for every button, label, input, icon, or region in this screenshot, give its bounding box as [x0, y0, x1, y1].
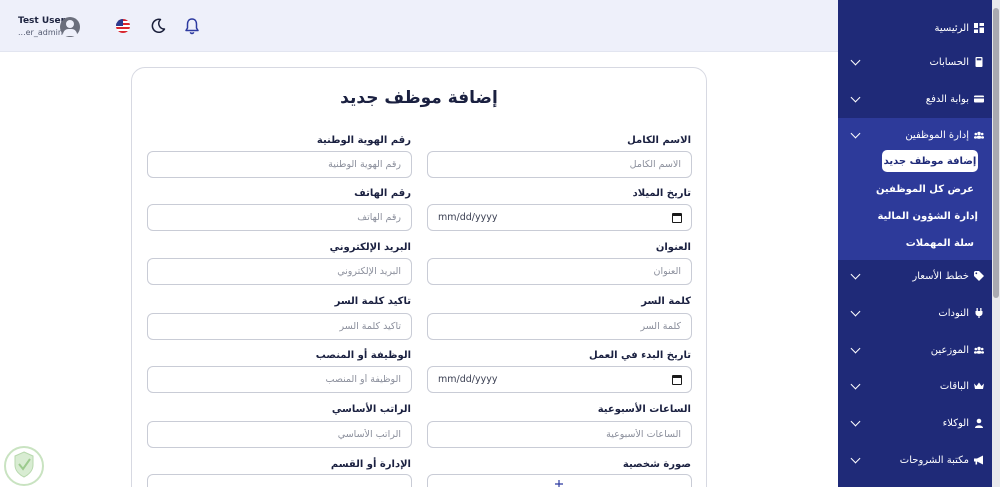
- full-name-input[interactable]: [427, 151, 692, 178]
- sidebar-item-home[interactable]: الرئيسية: [935, 18, 984, 38]
- sidebar: الرئيسية الحسابات بوابة الدفع إدارة المو…: [838, 0, 1000, 487]
- national-id-input[interactable]: [147, 151, 412, 178]
- chevron-down-icon[interactable]: [850, 92, 861, 103]
- birth-date-value: mm/dd/yyyy: [438, 212, 498, 223]
- calculator-icon: [975, 57, 983, 67]
- address-label: العنوان: [655, 242, 691, 253]
- base-salary-label: الراتب الأساسي: [331, 404, 411, 415]
- sidebar-item-label: خطط الأسعار: [912, 270, 969, 282]
- weekly-hours-input[interactable]: [427, 421, 692, 448]
- weekly-hours-label: الساعات الأسبوعية: [597, 404, 691, 415]
- sidebar-item-label: الموزعين: [930, 344, 969, 356]
- national-id-label: رقم الهوية الوطنية: [316, 135, 411, 146]
- sidebar-subitem-trash[interactable]: سلة المهملات: [906, 233, 974, 253]
- photo-upload[interactable]: [427, 474, 692, 487]
- chevron-down-icon[interactable]: [850, 343, 861, 354]
- sidebar-item-nodes[interactable]: النودات: [938, 303, 984, 323]
- start-date-value: mm/dd/yyyy: [438, 374, 498, 385]
- email-label: البريد الإلكتروني: [329, 242, 411, 253]
- confirm-password-label: تاكيد كلمة السر: [334, 296, 411, 307]
- moon-icon[interactable]: [150, 18, 166, 34]
- chevron-down-icon[interactable]: [850, 416, 861, 427]
- password-input[interactable]: [427, 313, 692, 340]
- sidebar-item-packages[interactable]: الباقات: [940, 376, 984, 396]
- users-icon: [974, 346, 984, 354]
- sidebar-scrollbar[interactable]: [992, 0, 1000, 487]
- chevron-down-icon[interactable]: [850, 379, 861, 390]
- avatar-icon[interactable]: [60, 17, 80, 37]
- sidebar-item-label: الوكلاء: [942, 417, 969, 429]
- sidebar-subitem-financial-affairs[interactable]: إدارة الشؤون المالية: [877, 206, 978, 226]
- start-date-label: تاريخ البدء في العمل: [589, 350, 691, 361]
- confirm-password-input[interactable]: [147, 313, 412, 340]
- sidebar-item-agents[interactable]: الوكلاء: [943, 413, 984, 433]
- sidebar-item-price-plans[interactable]: خطط الأسعار: [912, 266, 984, 286]
- form-title: إضافة موظف جديد: [340, 88, 498, 108]
- dashboard-icon: [974, 23, 984, 33]
- full-name-label: الاسم الكامل: [627, 135, 691, 146]
- base-salary-input[interactable]: [147, 421, 412, 448]
- sidebar-subitem-all-employees[interactable]: عرض كل الموظفين: [876, 179, 974, 199]
- job-title-label: الوظيفة أو المنصب: [315, 350, 411, 361]
- password-label: كلمة السر: [641, 296, 691, 307]
- birth-date-label: تاريخ الميلاد: [632, 188, 691, 199]
- user-name: Test User: [18, 16, 66, 26]
- plug-icon: [975, 308, 983, 318]
- watermark-logo-icon: [4, 446, 44, 486]
- sidebar-item-label: الباقات: [939, 380, 969, 392]
- sidebar-item-employees[interactable]: إدارة الموظفين: [905, 125, 984, 145]
- sidebar-item-label: النودات: [938, 307, 969, 319]
- crown-icon: [974, 382, 984, 389]
- department-label: الإدارة أو القسم: [330, 459, 411, 470]
- photo-label: صورة شخصية: [622, 459, 691, 470]
- calendar-icon[interactable]: [672, 375, 682, 385]
- sidebar-item-label: بوابة الدفع: [925, 93, 969, 105]
- email-input[interactable]: [147, 258, 412, 285]
- scrollbar-thumb[interactable]: [993, 8, 999, 298]
- chevron-down-icon[interactable]: [850, 453, 861, 464]
- top-header: Test User ...er_admin: [0, 0, 838, 52]
- birth-date-input[interactable]: mm/dd/yyyy: [427, 204, 692, 231]
- address-input[interactable]: [427, 258, 692, 285]
- us-flag-icon[interactable]: [116, 19, 130, 33]
- user-icon: [975, 418, 983, 428]
- calendar-icon[interactable]: [672, 213, 682, 223]
- sidebar-item-label: الحسابات: [929, 56, 970, 68]
- chevron-down-icon[interactable]: [850, 306, 861, 317]
- phone-label: رقم الهاتف: [354, 188, 411, 199]
- sidebar-subitem-add-employee[interactable]: إضافة موظف جديد: [882, 150, 978, 172]
- user-role: ...er_admin: [18, 28, 63, 37]
- bell-icon[interactable]: [183, 17, 201, 35]
- sidebar-item-label: إدارة الموظفين: [905, 129, 969, 141]
- upload-image-icon: [555, 480, 563, 487]
- job-title-input[interactable]: [147, 366, 412, 393]
- tag-icon: [974, 271, 984, 281]
- sidebar-item-payment-gateway[interactable]: بوابة الدفع: [926, 89, 984, 109]
- megaphone-icon: [974, 455, 983, 465]
- sidebar-item-accounts[interactable]: الحسابات: [930, 52, 985, 72]
- sidebar-item-label: مكتبة الشروحات: [899, 454, 969, 466]
- sidebar-item-label: الرئيسية: [934, 22, 969, 34]
- chevron-down-icon[interactable]: [850, 55, 861, 66]
- sidebar-item-distributors[interactable]: الموزعين: [931, 340, 984, 360]
- chevron-down-icon[interactable]: [850, 269, 861, 280]
- users-icon: [974, 131, 984, 139]
- start-date-input[interactable]: mm/dd/yyyy: [427, 366, 692, 393]
- phone-input[interactable]: [147, 204, 412, 231]
- sidebar-item-tutorials[interactable]: مكتبة الشروحات: [900, 450, 984, 470]
- department-select[interactable]: [147, 474, 412, 487]
- credit-card-icon: [974, 95, 984, 103]
